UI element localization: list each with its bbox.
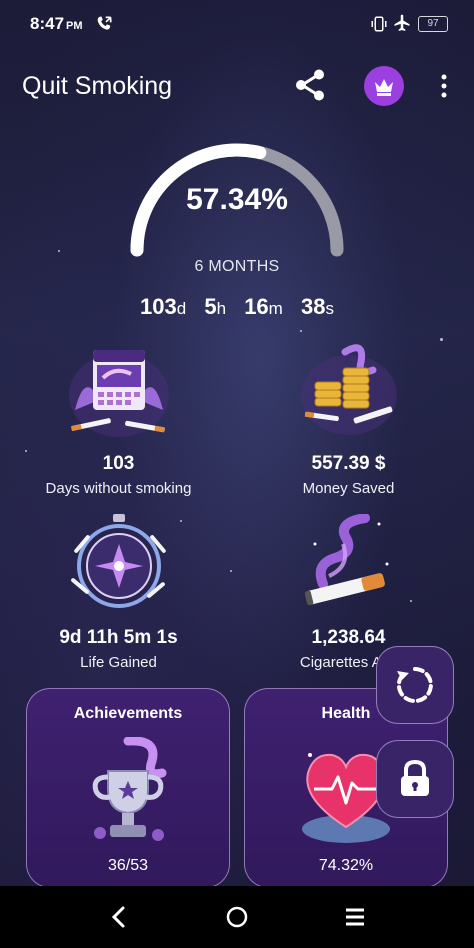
health-percent: 74.32% [318,857,374,874]
stat-life-gained[interactable]: 9d 11h 5m 1s Life Gained [0,514,237,671]
cigarette-smoke-icon [304,513,388,606]
stat-value: 103 [102,453,135,474]
timer-minutes: 16 [244,294,269,319]
timer-days: 103 [140,294,177,319]
reset-icon [396,667,433,703]
timer-seconds: 38 [300,294,326,319]
stat-money-saved[interactable]: 557.39 $ Money Saved [230,340,467,497]
elapsed-timer: 103d 5h 16m 38s [140,294,334,319]
status-time: 8:47 PM [30,14,83,33]
stopwatch-icon [70,514,166,608]
goal-label: 6 MONTHS [194,258,280,275]
system-nav-bar [0,886,474,948]
trophy-icon [92,736,167,841]
stat-label: Life Gained [80,654,157,671]
star [300,330,302,332]
stat-label: Days without smoking [45,480,192,497]
back-icon[interactable] [106,904,132,930]
lock-icon [401,759,429,796]
achievements-count: 36/53 [107,857,149,874]
share-icon[interactable] [292,67,328,103]
premium-button[interactable] [364,66,404,106]
timer-hours: 5 [204,294,217,319]
more-options-icon[interactable] [436,72,452,100]
airplane-mode-icon [394,14,410,31]
progress-percent: 57.34% [186,183,288,216]
coins-stack-icon [300,344,397,435]
recents-icon[interactable] [342,904,368,930]
vibrate-icon [371,16,387,32]
stat-days-without-smoking[interactable]: 103 Days without smoking [0,340,237,497]
page-title: Quit Smoking [22,72,173,100]
stat-value: 9d 11h 5m 1s [59,627,178,648]
card-title: Achievements [73,705,183,722]
battery-indicator: 97 [418,16,448,32]
app-screen: 8:47 PM 97 Quit Smoking 57.34% 6 MONTHS … [0,0,474,948]
reset-button[interactable] [376,646,454,724]
calendar-cigarettes-icon [68,350,169,437]
stat-label: Money Saved [302,480,395,497]
wifi-call-icon [97,16,112,30]
stat-value: 557.39 $ [311,453,386,474]
lock-button[interactable] [376,740,454,818]
crown-icon [375,79,393,96]
status-bar: 8:47 PM 97 [0,0,474,48]
star [58,250,60,252]
achievements-card[interactable]: Achievements 36/53 [26,688,230,888]
home-icon[interactable] [224,904,250,930]
